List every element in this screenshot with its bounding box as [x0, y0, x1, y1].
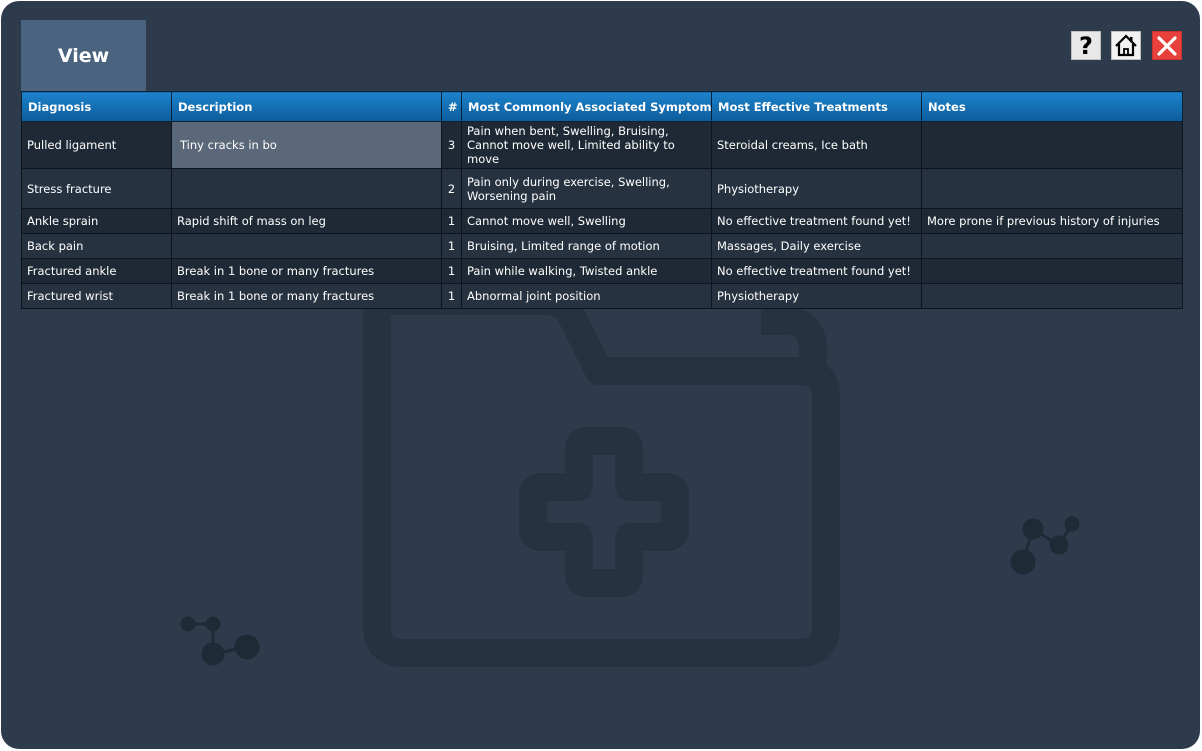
diagnosis-cell[interactable]: Pulled ligament [21, 121, 172, 169]
table-row[interactable]: Ankle sprain Rapid shift of mass on leg … [21, 208, 1183, 234]
close-x-icon [1157, 35, 1177, 56]
table-row[interactable]: Fractured wrist Break in 1 bone or many … [21, 283, 1183, 309]
column-header-symptoms[interactable]: Most Commonly Associated Symptoms [461, 91, 712, 122]
description-edit-input[interactable] [177, 126, 436, 164]
column-header-notes[interactable]: Notes [921, 91, 1183, 122]
symptoms-cell[interactable]: Pain while walking, Twisted ankle [461, 258, 712, 284]
symptoms-cell[interactable]: Bruising, Limited range of motion [461, 233, 712, 259]
home-icon [1115, 34, 1137, 57]
count-cell[interactable]: 1 [441, 233, 462, 259]
notes-cell[interactable] [921, 258, 1183, 284]
table-row[interactable]: Pulled ligament 3 Pain when bent, Swelli… [21, 121, 1183, 169]
count-cell[interactable]: 1 [441, 258, 462, 284]
diagnosis-cell[interactable]: Ankle sprain [21, 208, 172, 234]
table-row[interactable]: Back pain 1 Bruising, Limited range of m… [21, 233, 1183, 259]
molecule-icon [1010, 516, 1080, 575]
table-header-row: Diagnosis Description # Most Commonly As… [21, 91, 1183, 122]
treatments-cell[interactable]: Massages, Daily exercise [711, 233, 922, 259]
description-cell[interactable]: Rapid shift of mass on leg [171, 208, 442, 234]
notes-cell[interactable] [921, 283, 1183, 309]
treatments-cell[interactable]: Physiotherapy [711, 283, 922, 309]
description-cell[interactable]: Break in 1 bone or many fractures [171, 283, 442, 309]
diagnosis-cell[interactable]: Fractured wrist [21, 283, 172, 309]
home-button[interactable] [1111, 31, 1141, 60]
notes-cell[interactable] [921, 121, 1183, 169]
diagnosis-cell[interactable]: Back pain [21, 233, 172, 259]
count-cell[interactable]: 2 [441, 168, 462, 209]
column-header-diagnosis[interactable]: Diagnosis [21, 91, 172, 122]
description-cell[interactable] [171, 121, 442, 169]
column-header-treatments[interactable]: Most Effective Treatments [711, 91, 922, 122]
symptoms-cell[interactable]: Cannot move well, Swelling [461, 208, 712, 234]
column-header-description[interactable]: Description [171, 91, 442, 122]
notes-cell[interactable] [921, 233, 1183, 259]
molecule-icon [180, 616, 260, 666]
app-window: View ? Diagnosis Description # Most Comm… [1, 1, 1200, 749]
diagnosis-table: Diagnosis Description # Most Commonly As… [21, 91, 1183, 309]
count-cell[interactable]: 3 [441, 121, 462, 169]
table-row[interactable]: Fractured ankle Break in 1 bone or many … [21, 258, 1183, 284]
close-button[interactable] [1152, 31, 1182, 60]
treatments-cell[interactable]: No effective treatment found yet! [711, 208, 922, 234]
count-cell[interactable]: 1 [441, 283, 462, 309]
description-cell[interactable] [171, 233, 442, 259]
description-cell[interactable]: Break in 1 bone or many fractures [171, 258, 442, 284]
medical-folder-icon [363, 287, 840, 667]
treatments-cell[interactable]: No effective treatment found yet! [711, 258, 922, 284]
symptoms-cell[interactable]: Pain when bent, Swelling, Bruising, Cann… [461, 121, 712, 169]
treatments-cell[interactable]: Steroidal creams, Ice bath [711, 121, 922, 169]
notes-cell[interactable]: More prone if previous history of injuri… [921, 208, 1183, 234]
description-cell[interactable] [171, 168, 442, 209]
view-tab[interactable]: View [21, 20, 146, 92]
diagnosis-cell[interactable]: Stress fracture [21, 168, 172, 209]
table-row[interactable]: Stress fracture 2 Pain only during exerc… [21, 168, 1183, 209]
diagnosis-cell[interactable]: Fractured ankle [21, 258, 172, 284]
count-cell[interactable]: 1 [441, 208, 462, 234]
question-mark-icon: ? [1079, 31, 1093, 60]
symptoms-cell[interactable]: Pain only during exercise, Swelling, Wor… [461, 168, 712, 209]
notes-cell[interactable] [921, 168, 1183, 209]
help-button[interactable]: ? [1071, 31, 1101, 60]
treatments-cell[interactable]: Physiotherapy [711, 168, 922, 209]
symptoms-cell[interactable]: Abnormal joint position [461, 283, 712, 309]
column-header-count[interactable]: # [441, 91, 462, 122]
